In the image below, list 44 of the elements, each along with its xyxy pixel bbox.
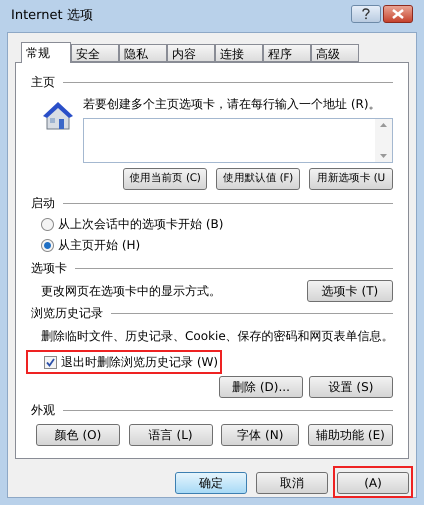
help-button[interactable]: [351, 5, 381, 23]
dialog-button[interactable]: 用新选项卡 (U: [309, 168, 393, 190]
dialog-button[interactable]: 删除 (D)...: [219, 376, 303, 398]
dialog-button[interactable]: 辅助功能 (E): [308, 424, 393, 446]
instruction-text: 若要创建多个主页选项卡，请在每行输入一个地址 (R)。: [83, 96, 382, 113]
scroll-down-icon: [380, 154, 387, 158]
section-heading: 外观: [31, 402, 55, 419]
dialog-button[interactable]: 使用默认值 (F): [216, 168, 300, 190]
scroll-up-icon: [380, 123, 387, 127]
tab[interactable]: 高级: [311, 44, 359, 62]
tab[interactable]: 常规: [21, 42, 71, 63]
address-field[interactable]: [83, 118, 393, 163]
dialog-button[interactable]: 字体 (N): [221, 424, 300, 446]
window-title: Internet 选项: [11, 7, 93, 26]
tab[interactable]: 内容: [167, 44, 215, 62]
tab[interactable]: 程序: [263, 44, 311, 62]
house-icon: [41, 99, 75, 131]
radio-button[interactable]: [41, 238, 54, 252]
radio-label: 从上次会话中的选项卡开始 (B): [58, 216, 224, 233]
close-button[interactable]: [383, 5, 413, 23]
section-heading: 浏览历史记录: [31, 305, 103, 322]
tab[interactable]: 隐私: [119, 44, 167, 62]
dialog-button[interactable]: 语言 (L): [128, 424, 213, 446]
close-icon: [392, 9, 404, 19]
dialog-button[interactable]: 颜色 (O): [36, 424, 120, 446]
dialog-button[interactable]: 确定: [175, 472, 247, 494]
dialog-button[interactable]: 设置 (S): [309, 376, 393, 398]
section-heading: 启动: [31, 195, 55, 212]
radio-label: 从主页开始 (H): [58, 237, 140, 254]
dialog-button[interactable]: 使用当前页 (C): [123, 168, 207, 190]
description-text: 删除临时文件、历史记录、Cookie、保存的密码和网页表单信息。: [41, 328, 393, 345]
dialog-button[interactable]: 选项卡 (T): [307, 280, 393, 302]
radio-button[interactable]: [41, 218, 54, 230]
scrollbar[interactable]: [375, 119, 392, 162]
section-heading: 主页: [31, 74, 55, 91]
checkbox[interactable]: [44, 356, 57, 368]
dialog-button[interactable]: 取消: [256, 472, 328, 494]
section-heading: 选项卡: [31, 260, 67, 277]
help-icon: [362, 8, 370, 20]
tab[interactable]: 安全: [71, 44, 119, 62]
checkbox-label: 退出时删除浏览历史记录 (W): [61, 354, 218, 371]
tab[interactable]: 连接: [215, 44, 263, 62]
description-text: 更改网页在选项卡中的显示方式。: [41, 283, 221, 300]
dialog-button[interactable]: (A): [337, 472, 409, 494]
